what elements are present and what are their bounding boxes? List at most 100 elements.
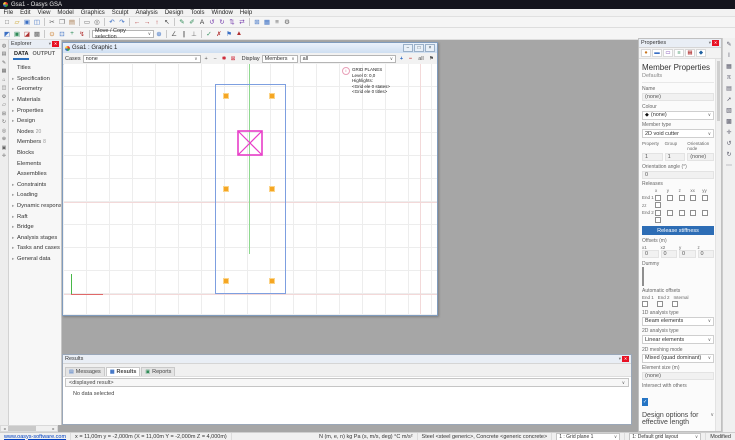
scroll-thumb[interactable] — [8, 426, 36, 431]
node-props-icon[interactable]: ● — [641, 49, 651, 57]
units-summary[interactable]: N (m, e, n) kg Pa (s, m/s, deg) °C m/s² — [315, 433, 418, 440]
case-remove-icon[interactable]: − — [212, 55, 219, 62]
auto-offset-end1-checkbox[interactable] — [642, 301, 648, 307]
orientation-angle-field[interactable]: 0 — [642, 171, 714, 179]
sculpt-pencil-icon[interactable]: ✎ — [177, 18, 187, 27]
list-props-icon[interactable]: ≡ — [674, 49, 684, 57]
table-tool-icon[interactable]: ▤ — [1, 51, 8, 58]
explorer-tree-item[interactable]: ▸ Geometry — [9, 84, 61, 95]
arrow-tool-icon[interactable]: ➚ — [725, 95, 734, 104]
meshing-mode-dropdown[interactable]: Mixed (quad dominant) ∨ — [642, 354, 714, 363]
explorer-tree-item[interactable]: ▸ Specification — [9, 74, 61, 85]
offset-field[interactable]: 0 — [642, 250, 659, 258]
save-all-icon[interactable]: ◫ — [32, 18, 42, 27]
rotate-left-icon[interactable]: ↺ — [725, 139, 734, 148]
design-props-icon[interactable]: ◆ — [696, 49, 706, 57]
region-tool-icon[interactable]: ▩ — [725, 117, 734, 126]
section-tool-icon[interactable]: π — [725, 73, 734, 82]
end2-release-checkbox[interactable] — [702, 210, 708, 216]
graphic-canvas[interactable]: i GRID PLANESLevel 0: 0,0Highlights:<Gri… — [64, 64, 437, 314]
case-props-icon[interactable]: ▦ — [685, 49, 695, 57]
map-tool-icon[interactable]: ◍ — [1, 42, 8, 49]
list-view-icon[interactable]: ≡ — [272, 18, 282, 27]
text-tool-icon[interactable]: Ι — [725, 51, 734, 60]
analysis-1d-dropdown[interactable]: Beam elements ∨ — [642, 317, 714, 326]
grid-tool-icon[interactable]: ⊞ — [1, 110, 8, 117]
save-icon[interactable]: ▣ — [22, 18, 32, 27]
offset-field[interactable]: 0 — [679, 250, 696, 258]
end1-release-checkbox[interactable] — [679, 195, 685, 201]
member-props-icon[interactable]: ▭ — [663, 49, 673, 57]
end2-release-checkbox[interactable] — [690, 210, 696, 216]
exclude-cases-icon[interactable]: ⊠ — [230, 55, 237, 62]
explorer-tree-item[interactable]: ▸ Analysis stages — [9, 233, 61, 244]
node-marker[interactable] — [270, 94, 274, 98]
display-dropdown[interactable]: Members ∨ — [262, 55, 298, 63]
explorer-tree-item[interactable]: Titles — [9, 63, 61, 74]
explorer-tree-item[interactable]: ▸ Properties — [9, 105, 61, 116]
pan-up-icon[interactable]: ↑ — [152, 18, 162, 27]
zoom-tool-icon[interactable]: ◎ — [1, 127, 8, 134]
menu-item[interactable]: Tools — [187, 10, 208, 16]
node-marker[interactable] — [270, 279, 274, 283]
tab-results[interactable]: ▦ Results — [106, 367, 141, 376]
oasys-website-link[interactable]: www.oasys-software.com — [4, 434, 66, 440]
tab-data[interactable]: DATA — [13, 51, 29, 60]
menu-item[interactable]: Analysis — [132, 10, 161, 16]
selection-list-dropdown[interactable]: all ∨ — [300, 55, 396, 63]
colour-dropdown[interactable]: ◆ (none) ∨ — [642, 111, 714, 120]
refresh-tool-icon[interactable]: ↻ — [1, 119, 8, 126]
close-icon[interactable]: ✕ — [622, 356, 629, 362]
explorer-tree-item[interactable]: ▸ General data — [9, 254, 61, 265]
show-loads-icon[interactable]: ↯ — [77, 29, 87, 38]
tab-messages[interactable]: ▤ Messages — [65, 367, 105, 376]
group-field[interactable]: 1 — [665, 153, 686, 161]
flip-vertical-icon[interactable]: ⇅ — [227, 18, 237, 27]
node-marker[interactable] — [270, 187, 274, 191]
highlight-edges-icon[interactable]: ◪ — [22, 29, 32, 38]
pin-view-icon[interactable]: ⚑ — [428, 55, 435, 62]
cut-icon[interactable]: ✂ — [47, 18, 57, 27]
move-copy-dropdown[interactable]: Move / Copy selection ∨ — [92, 30, 154, 38]
materials-summary[interactable]: Steel <steel generic>, Concrete <generic… — [418, 433, 553, 440]
end1-release-checkbox[interactable] — [702, 195, 708, 201]
line-parallel-icon[interactable]: ∥ — [179, 29, 189, 38]
more-tools-icon[interactable]: ⋯ — [725, 161, 734, 170]
label-nodes-icon[interactable]: ⊙ — [47, 29, 57, 38]
cursor-icon[interactable]: ↖ — [162, 18, 172, 27]
end1-release-checkbox[interactable] — [655, 202, 661, 208]
void-cutter-member[interactable] — [237, 130, 263, 156]
open-file-icon[interactable]: ▱ — [12, 18, 22, 27]
close-icon[interactable]: ✕ — [712, 40, 719, 46]
analyse-icon[interactable]: ▲ — [234, 29, 244, 38]
property-field[interactable]: 1 — [642, 153, 663, 161]
table-edit-icon[interactable]: ▤ — [725, 84, 734, 93]
rotate-right-icon[interactable]: ↻ — [725, 150, 734, 159]
case-add-icon[interactable]: + — [203, 55, 210, 62]
pan-left-icon[interactable]: ← — [132, 18, 142, 27]
specify-cases-icon[interactable]: ✱ — [221, 55, 228, 62]
autohide-pin-icon[interactable]: ▾ — [709, 40, 711, 46]
explorer-tree-item[interactable]: Nodes 20 — [9, 127, 61, 138]
print-preview-icon[interactable]: ◎ — [92, 18, 102, 27]
node-marker[interactable] — [224, 279, 228, 283]
new-file-icon[interactable]: □ — [2, 18, 12, 27]
outline-icon[interactable]: ▩ — [32, 29, 42, 38]
menu-item[interactable]: Edit — [17, 10, 34, 16]
explorer-tree-item[interactable]: Elements — [9, 158, 61, 169]
grid-layout-dropdown[interactable]: 1: Default grid layout ∨ — [629, 433, 701, 440]
explorer-tree-item[interactable]: Blocks — [9, 148, 61, 159]
scroll-thumb[interactable] — [717, 61, 720, 121]
redo-icon[interactable]: ↷ — [117, 18, 127, 27]
check-data-icon[interactable]: ✓ — [204, 29, 214, 38]
list-remove-icon[interactable]: − — [407, 55, 414, 62]
explorer-tree-item[interactable]: ▸ Design — [9, 116, 61, 127]
rotate-ccw-icon[interactable]: ↺ — [207, 18, 217, 27]
autohide-pin-icon[interactable]: ▾ — [49, 41, 51, 47]
rotate-cw-icon[interactable]: ↻ — [217, 18, 227, 27]
minimize-icon[interactable]: − — [403, 44, 413, 52]
grid-view-icon[interactable]: ⊞ — [252, 18, 262, 27]
explorer-tree-item[interactable]: ▸ Bridge — [9, 222, 61, 233]
pan-right-icon[interactable]: → — [142, 18, 152, 27]
explorer-tree-item[interactable]: Assemblies — [9, 169, 61, 180]
